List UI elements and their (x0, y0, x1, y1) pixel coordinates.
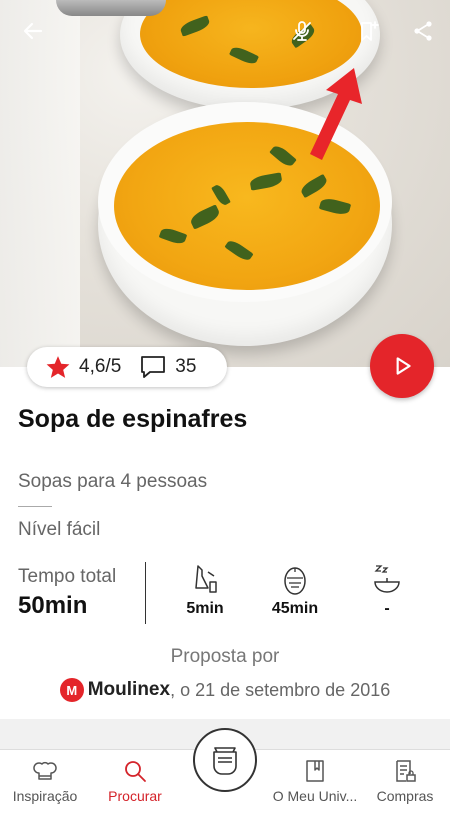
divider (18, 506, 52, 507)
bookmark-add-icon (361, 21, 379, 41)
search-icon (125, 761, 146, 782)
cook-time: 45min (260, 562, 330, 618)
bottom-navigation: Inspiração Procurar O Meu Univ... Compra… (0, 728, 450, 815)
share-button[interactable] (406, 14, 440, 48)
proposed-by-label: Proposta por (170, 646, 280, 667)
cook-time-value: 45min (271, 600, 319, 617)
prep-icon (195, 565, 217, 593)
annotation-arrow-icon (310, 68, 362, 160)
cooking-machine-icon (213, 747, 237, 775)
recipe-level: Nível fácil (18, 519, 101, 540)
nav-item-inspiracao[interactable]: Inspiração (0, 758, 90, 804)
recipe-category[interactable]: Sopas para 4 pessoas (18, 471, 207, 493)
comment-count: 35 (175, 356, 197, 377)
rating-summary[interactable]: 4,6/5 35 (27, 347, 227, 387)
play-video-button[interactable] (370, 334, 434, 398)
cooking-machine-button[interactable] (193, 728, 257, 792)
total-time-label: Tempo total (18, 566, 117, 587)
arrow-left-icon (23, 22, 43, 40)
divider (145, 562, 146, 624)
total-time-value: 50min (18, 592, 88, 619)
comment-icon (141, 356, 166, 378)
spoon (56, 0, 166, 16)
play-icon (396, 357, 411, 375)
share-icon (414, 21, 432, 41)
author-date: , o 21 de setembro de 2016 (170, 679, 391, 700)
recipe-hero-image (0, 0, 450, 367)
voice-button[interactable] (285, 14, 319, 48)
author-brand[interactable]: Moulinex (88, 679, 170, 701)
nav-label: O Meu Univ... (272, 788, 358, 804)
rest-time-value: - (384, 600, 390, 617)
recipe-page: 4,6/5 35 Sopa de espinafres Sopas para 4… (0, 0, 450, 815)
mic-off-icon (293, 21, 311, 41)
rest-icon (374, 565, 400, 593)
timer-egg-icon (284, 567, 306, 595)
star-icon (46, 356, 70, 378)
nav-label: Compras (376, 788, 434, 804)
shopping-list-icon (396, 760, 416, 782)
prep-time-value: 5min (186, 600, 224, 617)
nav-item-procurar[interactable]: Procurar (90, 758, 180, 804)
rest-time: - (352, 562, 422, 618)
chef-hat-icon (33, 761, 57, 780)
back-button[interactable] (16, 14, 50, 48)
rating-score: 4,6/5 (79, 356, 122, 377)
moulinex-logo-icon: M (59, 678, 84, 702)
prep-time: 5min (170, 562, 240, 618)
cloth-decor (0, 0, 80, 367)
book-icon (306, 760, 324, 782)
nav-label: Inspiração (12, 788, 78, 804)
nav-item-compras[interactable]: Compras (360, 758, 450, 804)
nav-label: Procurar (108, 788, 162, 804)
bookmark-button[interactable] (352, 14, 386, 48)
nav-item-meu-universo[interactable]: O Meu Univ... (270, 758, 360, 804)
recipe-title: Sopa de espinafres (18, 405, 248, 433)
author-line: M Moulinex , o 21 de setembro de 2016 (0, 678, 450, 702)
